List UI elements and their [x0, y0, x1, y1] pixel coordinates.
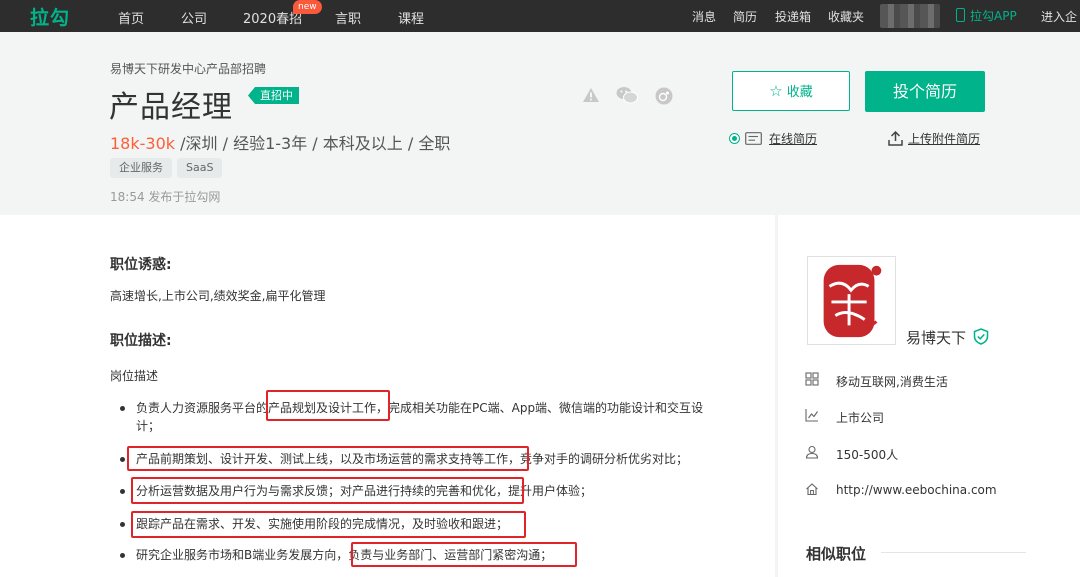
stage-chart-icon	[805, 409, 818, 422]
industry-grid-icon	[805, 372, 819, 386]
nav-resume[interactable]: 简历	[733, 8, 757, 25]
nav-item-company[interactable]: 公司	[181, 8, 207, 27]
company-seal-logo	[823, 264, 882, 338]
bullet-dot	[120, 406, 125, 411]
apply-button[interactable]: 投个简历	[865, 71, 985, 112]
online-resume-link[interactable]: 在线简历	[769, 130, 817, 147]
description-item-1: 负责人力资源服务平台的产品规划及设计工作，完成相关功能在PC端、App端、微信端…	[136, 401, 704, 415]
perks-title: 职位诱惑:	[110, 257, 172, 273]
user-avatar-blurred[interactable]	[880, 4, 940, 28]
highlight-box	[351, 542, 577, 567]
highlight-box	[131, 477, 524, 504]
job-title: 产品经理	[109, 90, 233, 125]
upload-resume-link[interactable]: 上传附件简历	[908, 130, 980, 147]
highlight-box	[266, 390, 390, 421]
wechat-share-icon[interactable]	[616, 86, 638, 104]
resume-card-icon	[745, 132, 762, 145]
company-logo[interactable]	[807, 256, 896, 345]
weibo-share-icon[interactable]	[655, 87, 673, 105]
bullet-dot	[120, 457, 125, 462]
nav-messages[interactable]: 消息	[692, 8, 716, 25]
lagou-logo[interactable]: 拉勾	[30, 3, 70, 30]
direct-hire-badge: 直招中	[248, 87, 299, 104]
nav-item-yanzhi[interactable]: 言职	[335, 8, 361, 27]
publish-time: 18:54 发布于拉勾网	[110, 190, 221, 204]
description-title: 职位描述:	[110, 333, 172, 349]
description-subtitle: 岗位描述	[110, 369, 159, 383]
upload-icon	[888, 131, 903, 146]
app-label: 拉勾APP	[970, 9, 1017, 23]
company-website[interactable]: http://www.eebochina.com	[836, 483, 997, 497]
nav-enterprise[interactable]: 进入企	[1041, 8, 1077, 25]
nav-favorites[interactable]: 收藏夹	[828, 8, 864, 25]
report-warning-icon[interactable]	[582, 87, 600, 103]
favorite-button[interactable]: ☆ 收藏	[732, 71, 850, 111]
people-icon	[805, 445, 819, 459]
company-stage: 上市公司	[836, 411, 885, 425]
company-name[interactable]: 易博天下	[906, 327, 966, 348]
highlight-box	[131, 511, 526, 538]
favorite-label: 收藏	[786, 85, 813, 100]
company-industry: 移动互联网,消费生活	[836, 375, 948, 389]
new-badge: new	[293, 0, 322, 14]
salary: 18k-30k	[110, 134, 176, 153]
nav-item-courses[interactable]: 课程	[398, 8, 424, 27]
bullet-dot	[120, 553, 125, 558]
bullet-dot	[120, 489, 125, 494]
nav-delivery-box[interactable]: 投递箱	[775, 8, 811, 25]
company-department[interactable]: 易博天下研发中心产品部招聘	[110, 60, 266, 77]
nav-item-home[interactable]: 首页	[118, 8, 144, 27]
tag-saas[interactable]: SaaS	[177, 158, 223, 178]
top-nav-bar: 拉勾 首页 公司 2020春招 new 言职 课程 消息 简历 投递箱 收藏夹 …	[0, 0, 1080, 32]
star-icon: ☆	[769, 82, 783, 100]
tag-enterprise-service[interactable]: 企业服务	[110, 158, 172, 178]
phone-icon	[956, 8, 965, 22]
similar-jobs-title: 相似职位	[806, 545, 867, 563]
description-item-1-cont: 计；	[136, 419, 161, 433]
app-download-link[interactable]: 拉勾APP	[956, 7, 1017, 24]
job-meta: /深圳 / 经验1-3年 / 本科及以上 / 全职	[175, 134, 451, 153]
job-requirements: 18k-30k /深圳 / 经验1-3年 / 本科及以上 / 全职	[110, 130, 450, 154]
perks-text: 高速增长,上市公司,绩效奖金,扁平化管理	[110, 289, 326, 303]
verified-shield-icon	[973, 328, 989, 345]
bullet-dot	[120, 522, 125, 527]
home-icon	[806, 483, 818, 496]
similar-divider	[881, 552, 1026, 553]
highlight-box	[127, 446, 529, 471]
company-size: 150-500人	[836, 448, 899, 462]
online-resume-radio[interactable]	[729, 133, 740, 144]
